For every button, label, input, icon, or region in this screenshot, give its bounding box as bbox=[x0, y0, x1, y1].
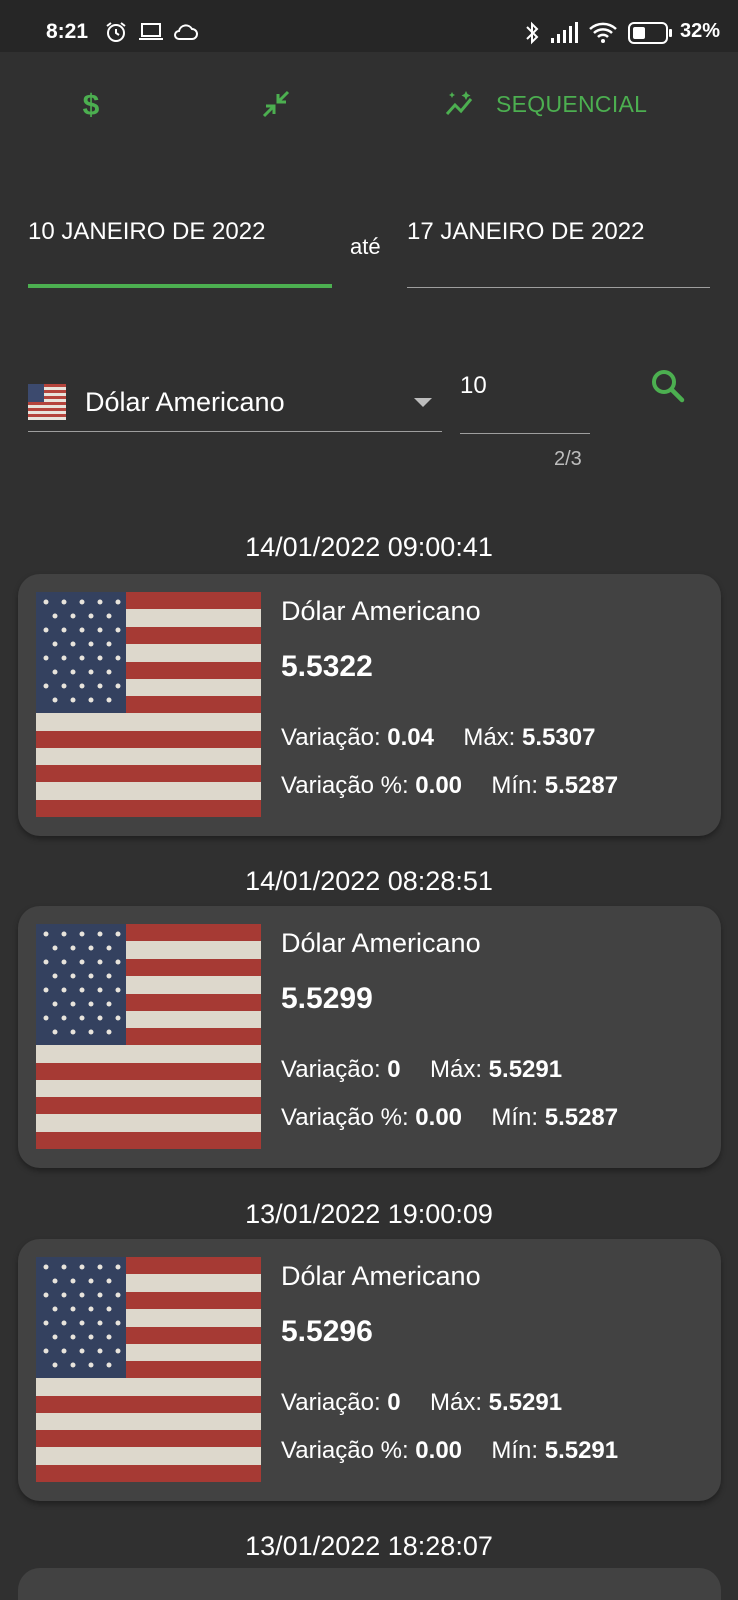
min-label: Mín: bbox=[491, 1104, 539, 1131]
max-label: Máx: bbox=[463, 724, 516, 751]
variation-label: Variação: bbox=[281, 724, 381, 751]
min-value: 5.5287 bbox=[544, 1104, 619, 1131]
start-date-underline bbox=[28, 284, 332, 288]
card-value: 5.5296 bbox=[281, 1315, 373, 1348]
variation-row: Variação: 0.04 Máx: 5.5307 bbox=[281, 724, 595, 752]
variation-row: Variação: 0 Máx: 5.5291 bbox=[281, 1389, 562, 1417]
quote-card[interactable]: Dólar Americano 5.5322 Variação: 0.04 Má… bbox=[18, 574, 721, 836]
date-separator: até bbox=[350, 234, 381, 259]
max-value: 5.5291 bbox=[488, 1056, 563, 1083]
variation-value: 0.04 bbox=[387, 724, 434, 751]
max-label: Máx: bbox=[429, 1389, 482, 1416]
dollar-icon: $ bbox=[83, 89, 100, 121]
alarm-icon bbox=[106, 22, 126, 42]
min-label: Mín: bbox=[491, 1437, 539, 1464]
end-date-text: 17 JANEIRO DE 2022 bbox=[407, 218, 645, 245]
compress-button[interactable] bbox=[260, 82, 292, 126]
variation-label: Variação: bbox=[281, 1056, 381, 1083]
currency-underline bbox=[28, 431, 442, 432]
us-flag-image bbox=[36, 1257, 261, 1482]
sequence-icon bbox=[445, 91, 473, 115]
variation-pct-row: Variação %: 0.00 Mín: 5.5291 bbox=[281, 1437, 618, 1465]
start-date-field[interactable]: 10 JANEIRO DE 2022 bbox=[28, 218, 332, 288]
max-value: 5.5291 bbox=[488, 1389, 563, 1416]
variation-value: 0 bbox=[387, 1056, 401, 1083]
sequential-button[interactable]: SEQUENCIAL bbox=[444, 82, 647, 126]
us-flag-image bbox=[36, 924, 261, 1149]
count-field[interactable] bbox=[460, 362, 590, 434]
max-value: 5.5307 bbox=[522, 724, 596, 751]
variation-pct-value: 0.00 bbox=[415, 1437, 463, 1464]
compress-icon bbox=[262, 90, 290, 118]
cloud-icon bbox=[174, 24, 198, 40]
variation-pct-label: Variação %: bbox=[281, 772, 409, 799]
end-date-field[interactable]: 17 JANEIRO DE 2022 bbox=[407, 218, 710, 288]
min-value: 5.5287 bbox=[544, 772, 619, 799]
entry-timestamp: 14/01/2022 09:00:41 bbox=[245, 532, 493, 562]
wifi-icon bbox=[589, 22, 617, 43]
dropdown-arrow-icon bbox=[414, 398, 432, 407]
card-currency-name: Dólar Americano bbox=[281, 596, 481, 626]
battery-percent: 32% bbox=[680, 20, 721, 42]
search-button[interactable] bbox=[648, 366, 688, 406]
variation-pct-row: Variação %: 0.00 Mín: 5.5287 bbox=[281, 1104, 618, 1132]
currency-mode-button[interactable]: $ bbox=[78, 82, 104, 126]
variation-pct-row: Variação %: 0.00 Mín: 5.5287 bbox=[281, 772, 618, 800]
battery-icon bbox=[628, 22, 672, 44]
count-input[interactable] bbox=[460, 372, 590, 400]
currency-select[interactable]: Dólar Americano bbox=[28, 368, 442, 432]
status-time: 8:21 bbox=[46, 20, 89, 43]
variation-label: Variação: bbox=[281, 1389, 381, 1416]
entry-timestamp: 13/01/2022 18:28:07 bbox=[245, 1531, 493, 1561]
variation-pct-value: 0.00 bbox=[415, 1104, 463, 1131]
variation-pct-value: 0.00 bbox=[415, 772, 463, 799]
us-flag-image bbox=[36, 592, 261, 817]
end-date-underline bbox=[407, 287, 710, 288]
entry-timestamp: 14/01/2022 08:28:51 bbox=[245, 866, 493, 896]
start-date-text: 10 JANEIRO DE 2022 bbox=[28, 218, 266, 245]
card-value: 5.5322 bbox=[281, 650, 373, 683]
variation-pct-label: Variação %: bbox=[281, 1437, 409, 1464]
count-underline bbox=[460, 433, 590, 434]
quote-card-partial[interactable] bbox=[18, 1568, 721, 1600]
status-bar: 8:21 32% bbox=[0, 0, 738, 52]
max-label: Máx: bbox=[429, 1056, 482, 1083]
signal-icon bbox=[551, 22, 578, 43]
variation-pct-label: Variação %: bbox=[281, 1104, 409, 1131]
bluetooth-icon bbox=[526, 21, 539, 45]
search-icon bbox=[652, 370, 685, 403]
variation-row: Variação: 0 Máx: 5.5291 bbox=[281, 1056, 562, 1084]
card-currency-name: Dólar Americano bbox=[281, 928, 481, 958]
entry-timestamp: 13/01/2022 19:00:09 bbox=[245, 1199, 493, 1229]
quote-card[interactable]: Dólar Americano 5.5296 Variação: 0 Máx: … bbox=[18, 1239, 721, 1501]
top-toolbar: $ SEQUENCIAL bbox=[0, 52, 738, 156]
count-helper-text: 2/3 bbox=[554, 448, 582, 470]
sequential-label: SEQUENCIAL bbox=[496, 90, 648, 117]
min-value: 5.5291 bbox=[544, 1437, 619, 1464]
currency-name: Dólar Americano bbox=[85, 387, 285, 417]
min-label: Mín: bbox=[491, 772, 539, 799]
svg-text:$: $ bbox=[83, 89, 100, 121]
laptop-icon bbox=[139, 23, 163, 40]
card-currency-name: Dólar Americano bbox=[281, 1261, 481, 1291]
card-value: 5.5299 bbox=[281, 982, 373, 1015]
quote-card[interactable]: Dólar Americano 5.5299 Variação: 0 Máx: … bbox=[18, 906, 721, 1168]
us-flag-icon bbox=[28, 384, 66, 420]
variation-value: 0 bbox=[387, 1389, 401, 1416]
